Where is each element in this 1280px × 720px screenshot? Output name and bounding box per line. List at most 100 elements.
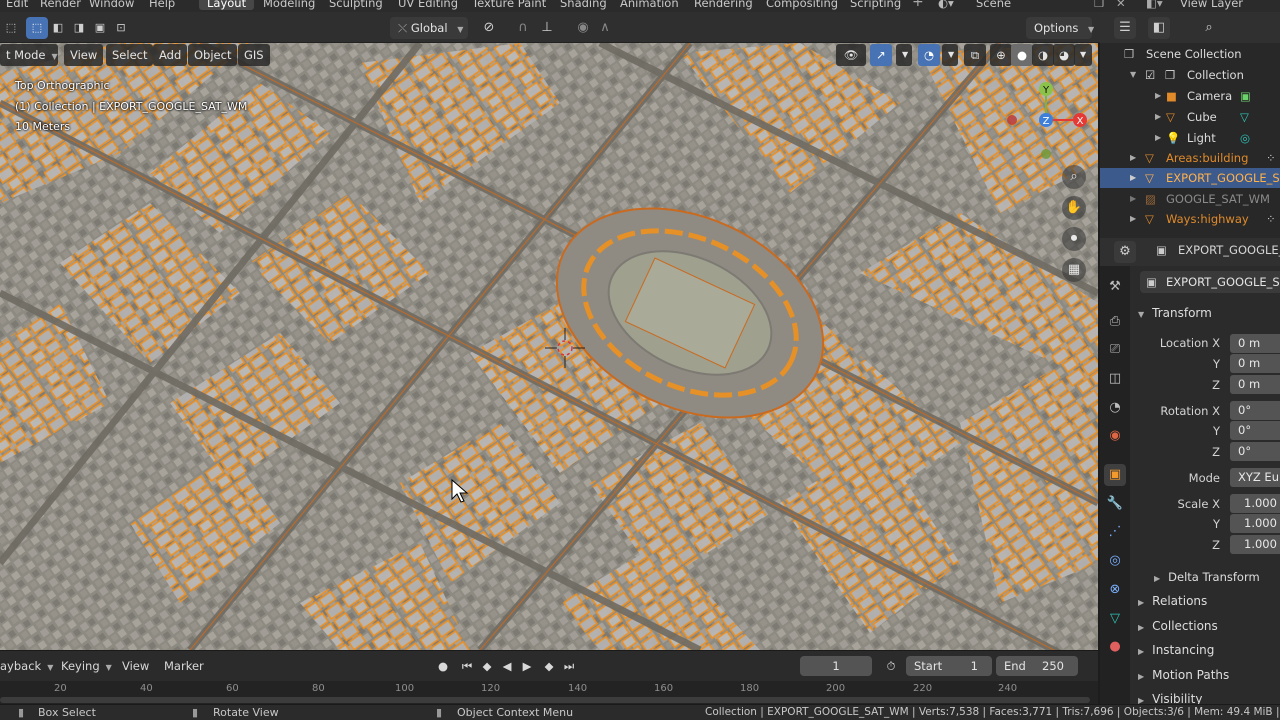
solid-shading-icon[interactable]: ● bbox=[1011, 44, 1033, 66]
outliner-item-collection[interactable]: ▼ ☑ ❐ Collection bbox=[1100, 65, 1280, 85]
expand-arrow-icon[interactable]: ▼ bbox=[1130, 65, 1136, 85]
playback-menu[interactable]: ayback ▼ bbox=[0, 656, 53, 676]
rotation-z-field[interactable]: 0° bbox=[1230, 442, 1280, 461]
tab-compositing[interactable]: Compositing bbox=[766, 0, 838, 10]
play-icon[interactable]: ▶ bbox=[518, 656, 536, 676]
view-layer-name[interactable]: View Layer bbox=[1180, 0, 1243, 10]
stopwatch-icon[interactable]: ⏱ bbox=[882, 656, 900, 676]
select-new-icon[interactable]: ⬚ bbox=[26, 17, 48, 39]
motion-paths-section[interactable]: ▶ Motion Paths bbox=[1138, 668, 1229, 682]
prev-keyframe-icon[interactable]: ◆ bbox=[478, 656, 496, 676]
visibility-eye-icon[interactable]: 👁 bbox=[836, 44, 866, 66]
pivot-point-icon[interactable]: ⊘ bbox=[478, 17, 500, 39]
tab-scripting[interactable]: Scripting bbox=[850, 0, 901, 10]
tab-animation[interactable]: Animation bbox=[620, 0, 679, 10]
next-keyframe-icon[interactable]: ◆ bbox=[540, 656, 558, 676]
physics-tab-icon[interactable]: ◎ bbox=[1104, 550, 1126, 572]
outliner-item-google-sat-wm[interactable]: ▶ ▨ GOOGLE_SAT_WM bbox=[1100, 189, 1280, 209]
outliner-item-areas-building[interactable]: ▶ ▽ Areas:building ⁘ bbox=[1100, 148, 1280, 168]
snap-icon[interactable]: ∩ bbox=[512, 17, 534, 39]
editor-type-icon[interactable]: ⚙ bbox=[1114, 241, 1136, 263]
data-tab-icon[interactable]: ▽ bbox=[1104, 608, 1126, 630]
jump-start-icon[interactable]: ⏮ bbox=[458, 656, 476, 676]
xray-icon[interactable]: ⧉ bbox=[964, 44, 986, 66]
gizmo-toggle-icon[interactable]: ↗ bbox=[870, 44, 892, 66]
location-z-field[interactable]: 0 m bbox=[1230, 375, 1280, 394]
menu-select[interactable]: Select bbox=[106, 44, 154, 66]
snap-target-icon[interactable]: ⊥ bbox=[536, 17, 558, 39]
zoom-icon[interactable]: ⌕ bbox=[1062, 165, 1086, 189]
outliner-scene-collection[interactable]: ❐ Scene Collection bbox=[1100, 44, 1280, 64]
instancing-section[interactable]: ▶ Instancing bbox=[1138, 643, 1214, 657]
orthographic-grid-icon[interactable]: ▦ bbox=[1062, 258, 1086, 282]
add-workspace-button[interactable]: + bbox=[912, 0, 924, 10]
play-reverse-icon[interactable]: ◀ bbox=[498, 656, 516, 676]
display-mode-icon[interactable]: ◧ bbox=[1148, 17, 1170, 39]
gizmo-chevron-down-icon[interactable]: ▼ bbox=[896, 44, 912, 66]
constraints-tab-icon[interactable]: ⊗ bbox=[1104, 579, 1126, 601]
falloff-icon[interactable]: ∧ bbox=[594, 17, 616, 39]
material-shading-icon[interactable]: ◑ bbox=[1032, 44, 1054, 66]
editor-type-icon[interactable]: ⬚ bbox=[0, 17, 22, 39]
mode-dropdown[interactable]: t Mode ▼ bbox=[0, 44, 58, 66]
outliner-item-camera[interactable]: ▶ ■ Camera ▣ bbox=[1100, 86, 1280, 106]
outliner-item-cube[interactable]: ▶ ▽ Cube ▽ bbox=[1100, 107, 1280, 127]
wireframe-shading-icon[interactable]: ⊕ bbox=[990, 44, 1012, 66]
scale-y-field[interactable]: 1.000 bbox=[1230, 514, 1280, 533]
view-menu[interactable]: View bbox=[122, 656, 149, 676]
modifier-tab-icon[interactable]: 🔧 bbox=[1104, 493, 1126, 515]
tab-uv-editing[interactable]: UV Editing bbox=[398, 0, 458, 10]
world-tab-icon[interactable]: ◉ bbox=[1104, 425, 1126, 447]
overlays-icon[interactable]: ◔ bbox=[918, 44, 940, 66]
object-tab-icon[interactable]: ▣ bbox=[1104, 464, 1126, 486]
transform-orientation-dropdown[interactable]: ⤬ Global ▼ bbox=[390, 17, 468, 39]
tool-tab-icon[interactable]: ⚒ bbox=[1104, 276, 1126, 298]
menu-render[interactable]: Render bbox=[40, 0, 81, 10]
menu-help[interactable]: Help bbox=[149, 0, 175, 10]
record-icon[interactable]: ● bbox=[434, 656, 452, 676]
select-intersect-icon[interactable]: ⊡ bbox=[110, 17, 132, 39]
start-frame-field[interactable]: Start 1 bbox=[906, 656, 992, 676]
scene-icon[interactable]: ◐▾ bbox=[938, 0, 954, 10]
object-name-field[interactable]: ▣ EXPORT_GOOGLE_S bbox=[1140, 271, 1280, 293]
3d-viewport[interactable]: Top Orthographic (1) Collection | EXPORT… bbox=[0, 43, 1098, 650]
menu-edit[interactable]: Edit bbox=[6, 0, 28, 10]
timeline-ruler[interactable]: 20 40 60 80 100 120 140 160 180 200 220 … bbox=[0, 681, 1098, 705]
expand-arrow-icon[interactable]: ▶ bbox=[1155, 128, 1161, 148]
scene-name[interactable]: Scene bbox=[976, 0, 1011, 10]
select-subtract-icon[interactable]: ◨ bbox=[68, 17, 90, 39]
options-dropdown[interactable]: Options ▼ bbox=[1026, 17, 1094, 39]
expand-arrow-icon[interactable]: ▶ bbox=[1130, 209, 1136, 229]
tab-rendering[interactable]: Rendering bbox=[694, 0, 753, 10]
jump-end-icon[interactable]: ⏭ bbox=[560, 656, 578, 676]
particles-tab-icon[interactable]: ⋰ bbox=[1104, 521, 1126, 543]
outliner-item-light[interactable]: ▶ 💡 Light ◎ bbox=[1100, 128, 1280, 148]
timeline-scrollbar[interactable] bbox=[0, 697, 1090, 703]
expand-arrow-icon[interactable]: ▶ bbox=[1130, 189, 1136, 209]
checkbox-icon[interactable]: ☑ bbox=[1145, 65, 1155, 85]
scale-x-field[interactable]: 1.000 bbox=[1230, 494, 1280, 513]
view-layer-icon[interactable]: ◧▾ bbox=[1146, 0, 1163, 10]
scale-z-field[interactable]: 1.000 bbox=[1230, 535, 1280, 554]
select-invert-icon[interactable]: ▣ bbox=[89, 17, 111, 39]
outliner-item-export-google-sat[interactable]: ▶ ▽ EXPORT_GOOGLE_SAT bbox=[1100, 168, 1280, 188]
scene-close-icon[interactable]: ✕ bbox=[1116, 0, 1126, 10]
rotation-x-field[interactable]: 0° bbox=[1230, 401, 1280, 420]
location-x-field[interactable]: 0 m bbox=[1230, 334, 1280, 353]
proportional-edit-icon[interactable]: ◉ bbox=[572, 17, 594, 39]
select-extend-icon[interactable]: ◧ bbox=[47, 17, 69, 39]
tab-layout[interactable]: Layout bbox=[199, 0, 255, 10]
outliner-item-ways-highway[interactable]: ▶ ▽ Ways:highway ⁘ bbox=[1100, 209, 1280, 229]
tab-sculpting[interactable]: Sculpting bbox=[329, 0, 383, 10]
marker-menu[interactable]: Marker bbox=[164, 656, 204, 676]
menu-window[interactable]: Window bbox=[89, 0, 134, 10]
view-layer-tab-icon[interactable]: ◫ bbox=[1104, 368, 1126, 390]
menu-add[interactable]: Add bbox=[153, 44, 188, 66]
camera-view-icon[interactable]: ⏺ bbox=[1062, 227, 1086, 251]
end-frame-field[interactable]: End 250 bbox=[996, 656, 1078, 676]
search-icon[interactable]: ⌕ bbox=[1198, 17, 1220, 39]
output-tab-icon[interactable]: ⎚ bbox=[1104, 339, 1126, 361]
menu-gis[interactable]: GIS bbox=[238, 44, 270, 66]
keying-menu[interactable]: Keying ▼ bbox=[61, 656, 112, 676]
rendered-shading-icon[interactable]: ◕ bbox=[1053, 44, 1075, 66]
